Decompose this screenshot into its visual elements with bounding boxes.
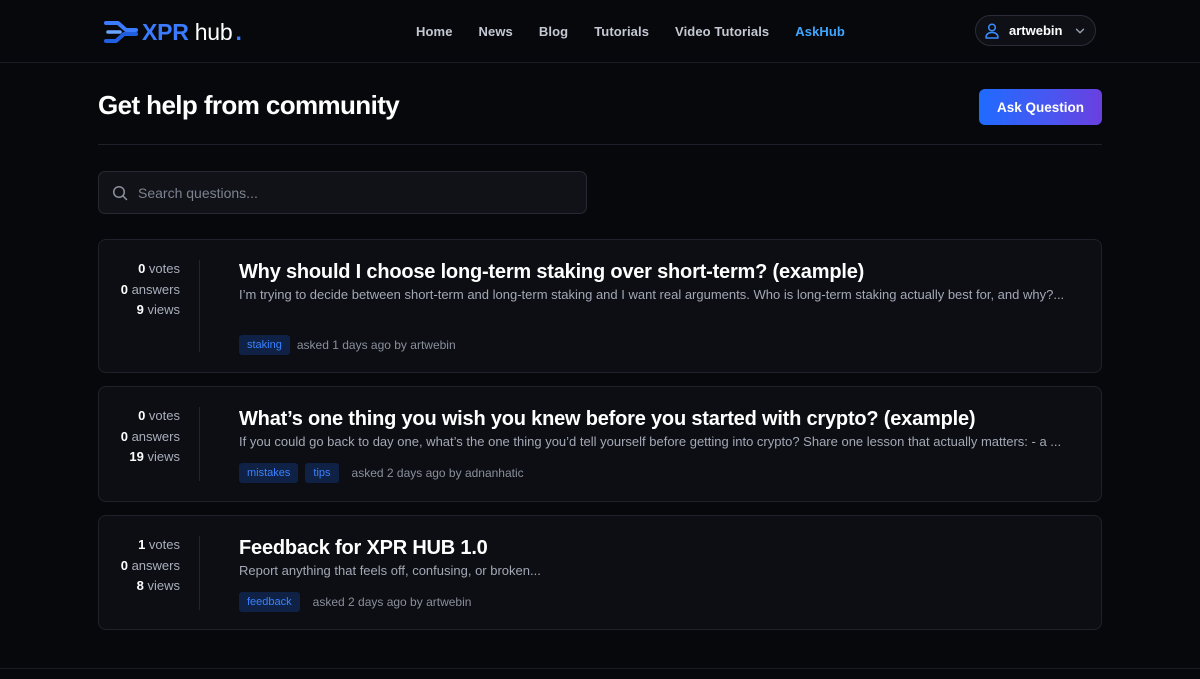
tag-feedback[interactable]: feedback bbox=[239, 592, 300, 612]
views-stat: 19 views bbox=[99, 447, 180, 468]
question-title[interactable]: Feedback for XPR HUB 1.0 bbox=[239, 537, 488, 560]
brand-name: XPR hub . bbox=[142, 19, 242, 46]
xpr-logo-icon bbox=[104, 21, 138, 43]
votes-label: votes bbox=[148, 408, 180, 423]
header-divider bbox=[98, 144, 1102, 145]
main-menu: Home News Blog Tutorials Video Tutorials… bbox=[416, 0, 871, 63]
votes-label: votes bbox=[148, 261, 180, 276]
stats-divider bbox=[199, 407, 200, 481]
views-stat: 9 views bbox=[99, 300, 180, 321]
views-count: 8 bbox=[136, 578, 144, 593]
top-navbar: XPR hub . Home News Blog Tutorials Video… bbox=[0, 0, 1200, 63]
nav-link-home[interactable]: Home bbox=[416, 24, 453, 39]
answers-count: 0 bbox=[120, 428, 128, 444]
page-title: Get help from community bbox=[98, 90, 400, 120]
tag-staking[interactable]: staking bbox=[239, 335, 290, 355]
votes-stat: 0 votes bbox=[99, 406, 180, 427]
search-icon bbox=[112, 185, 128, 200]
votes-stat: 0 votes bbox=[99, 259, 180, 280]
footer-divider bbox=[0, 668, 1200, 669]
question-meta: feedback asked 2 days ago by artwebin bbox=[239, 592, 471, 612]
question-excerpt: If you could go back to day one, what’s … bbox=[239, 434, 1062, 449]
answers-count: 0 bbox=[120, 281, 128, 297]
tag-mistakes[interactable]: mistakes bbox=[239, 463, 299, 483]
answers-label: answers bbox=[131, 281, 180, 297]
views-count: 19 bbox=[129, 449, 144, 464]
question-meta: mistakes tips asked 2 days ago by adnanh… bbox=[239, 463, 524, 483]
username: artwebin bbox=[1009, 23, 1063, 38]
tag-tips[interactable]: tips bbox=[305, 463, 339, 483]
stats-divider bbox=[199, 260, 200, 352]
views-label: views bbox=[147, 578, 180, 593]
user-icon bbox=[985, 22, 999, 39]
views-label: views bbox=[147, 302, 180, 317]
nav-link-news[interactable]: News bbox=[479, 24, 513, 39]
brand-xpr: XPR bbox=[142, 18, 189, 45]
views-count: 9 bbox=[136, 302, 144, 317]
brand-logo[interactable]: XPR hub . bbox=[104, 16, 242, 48]
question-card[interactable]: 0 votes 0 answers 9 views Why should I c… bbox=[98, 239, 1102, 373]
answers-label: answers bbox=[131, 557, 180, 573]
question-stats: 1 votes 0 answers 8 views bbox=[99, 535, 180, 597]
question-stats: 0 votes 0 answers 19 views bbox=[99, 406, 180, 468]
question-card[interactable]: 0 votes 0 answers 19 views What’s one th… bbox=[98, 386, 1102, 502]
nav-link-video-tutorials[interactable]: Video Tutorials bbox=[675, 24, 769, 39]
user-menu-button[interactable]: artwebin bbox=[975, 15, 1096, 46]
brand-hub: hub bbox=[194, 18, 233, 45]
answers-count: 0 bbox=[120, 557, 128, 573]
question-title[interactable]: What’s one thing you wish you knew befor… bbox=[239, 408, 976, 431]
answers-stat: 0 answers bbox=[99, 280, 180, 301]
question-excerpt: Report anything that feels off, confusin… bbox=[239, 563, 541, 578]
search-input[interactable] bbox=[138, 184, 558, 201]
votes-count: 0 bbox=[138, 408, 146, 423]
votes-count: 1 bbox=[138, 537, 146, 552]
question-title[interactable]: Why should I choose long-term staking ov… bbox=[239, 261, 864, 284]
votes-count: 0 bbox=[138, 261, 146, 276]
views-stat: 8 views bbox=[99, 576, 180, 597]
brand-dot: . bbox=[235, 18, 242, 45]
chevron-down-icon bbox=[1076, 28, 1085, 33]
search-box[interactable] bbox=[98, 171, 587, 214]
votes-stat: 1 votes bbox=[99, 535, 180, 556]
question-card[interactable]: 1 votes 0 answers 8 views Feedback for X… bbox=[98, 515, 1102, 630]
votes-label: votes bbox=[148, 537, 180, 552]
nav-link-blog[interactable]: Blog bbox=[539, 24, 568, 39]
ask-question-button[interactable]: Ask Question bbox=[979, 89, 1102, 125]
asked-info: asked 2 days ago by adnanhatic bbox=[351, 466, 524, 480]
nav-link-askhub[interactable]: AskHub bbox=[795, 24, 845, 39]
views-label: views bbox=[147, 449, 180, 464]
question-stats: 0 votes 0 answers 9 views bbox=[99, 259, 180, 321]
answers-stat: 0 answers bbox=[99, 427, 180, 448]
stats-divider bbox=[199, 536, 200, 610]
asked-info: asked 2 days ago by artwebin bbox=[312, 595, 472, 609]
question-meta: staking asked 1 days ago by artwebin bbox=[239, 335, 456, 355]
question-excerpt: I’m trying to decide between short-term … bbox=[239, 287, 1065, 302]
answers-stat: 0 answers bbox=[99, 556, 180, 577]
answers-label: answers bbox=[131, 428, 180, 444]
asked-info: asked 1 days ago by artwebin bbox=[296, 338, 456, 352]
nav-link-tutorials[interactable]: Tutorials bbox=[594, 24, 649, 39]
